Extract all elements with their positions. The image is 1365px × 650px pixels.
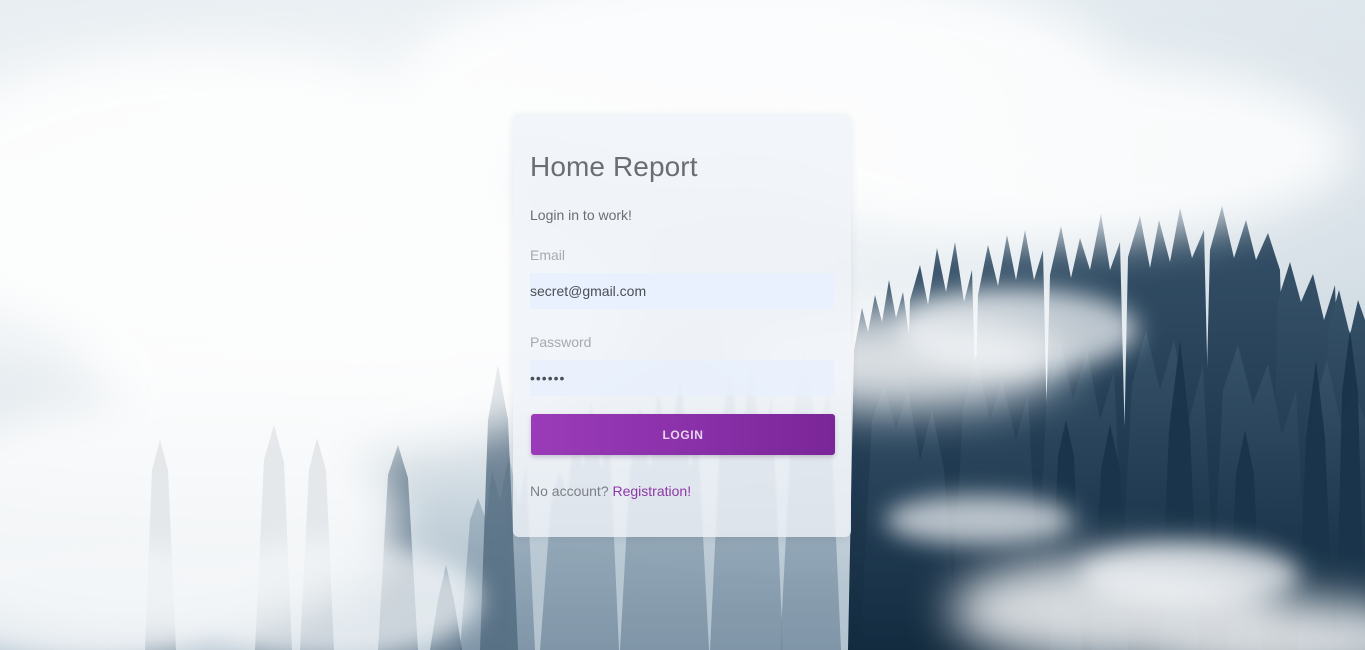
login-card: Home Report Login in to work! Email Pass… (513, 114, 851, 537)
login-subtitle: Login in to work! (530, 207, 632, 223)
registration-link[interactable]: Registration! (613, 483, 692, 499)
password-label: Password (530, 334, 592, 350)
login-page: Home Report Login in to work! Email Pass… (0, 0, 1365, 650)
login-button[interactable]: LOGIN (531, 414, 835, 455)
registration-prompt-line: No account? Registration! (530, 482, 834, 500)
no-account-text: No account? (530, 483, 609, 499)
email-field[interactable] (530, 273, 834, 309)
email-label: Email (530, 247, 566, 263)
password-field[interactable] (530, 360, 834, 396)
page-title: Home Report (530, 151, 698, 182)
